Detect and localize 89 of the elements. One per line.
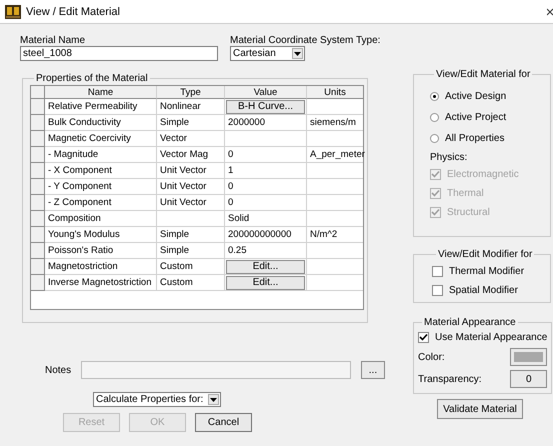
checkbox-label[interactable]: Use Material Appearance — [435, 332, 548, 342]
table-cell — [157, 211, 225, 227]
column-header[interactable]: Name — [45, 86, 157, 99]
table-cell: Simple — [157, 115, 225, 131]
table-cell: Vector — [157, 131, 225, 147]
table-cell: 0 — [225, 195, 307, 211]
field-label: Material Coordinate System Type: — [230, 35, 380, 46]
close-icon[interactable] — [547, 8, 553, 16]
row-header[interactable] — [31, 179, 45, 195]
table-cell: Vector Mag — [157, 147, 225, 163]
table-cell: 0 — [225, 147, 307, 163]
table-cell: 0.25 — [225, 243, 307, 259]
validate-button[interactable]: Validate Material — [437, 399, 523, 419]
calculate-properties-dropdown[interactable]: Calculate Properties for: — [93, 392, 221, 407]
row-header[interactable] — [31, 99, 45, 115]
dialog-button[interactable]: Cancel — [195, 413, 252, 432]
table-cell: Inverse Magnetostriction — [45, 275, 157, 291]
physics-label: Physics: — [430, 151, 468, 165]
material-name-field[interactable]: steel_1008 — [20, 46, 218, 61]
color-label: Color: — [418, 352, 445, 362]
table-cell: N/m^2 — [307, 227, 363, 243]
table-cell: Unit Vector — [157, 195, 225, 211]
browse-button[interactable]: ... — [360, 361, 385, 379]
group-title: View/Edit Material for — [435, 69, 532, 80]
row-header[interactable] — [31, 163, 45, 179]
table-cell: Custom — [157, 275, 225, 291]
checkbox-label[interactable]: Thermal Modifier — [449, 266, 524, 277]
table-cell: Poisson's Ratio — [45, 243, 157, 259]
option-label[interactable]: Active Design — [445, 91, 506, 102]
group-title: Material Appearance — [423, 317, 517, 328]
table-cell: siemens/m — [307, 115, 363, 131]
radio-button[interactable] — [430, 92, 439, 101]
app-icon — [5, 4, 21, 18]
row-header[interactable] — [31, 131, 45, 147]
row-header[interactable] — [31, 259, 45, 275]
color-button[interactable] — [510, 348, 548, 366]
checkbox[interactable] — [418, 332, 429, 342]
checkbox[interactable] — [432, 285, 443, 296]
radio-button[interactable] — [430, 134, 439, 143]
notes-label: Notes — [45, 364, 72, 376]
table-cell: - Z Component — [45, 195, 157, 211]
table-cell: Magnetic Coercivity — [45, 131, 157, 147]
checkbox-label[interactable]: Spatial Modifier — [449, 285, 518, 296]
table-cell: Solid — [225, 211, 307, 227]
table-cell: Bulk Conductivity — [45, 115, 157, 131]
column-header[interactable]: Units — [307, 86, 363, 99]
table-cell: - X Component — [45, 163, 157, 179]
coordinate-system-dropdown[interactable]: Cartesian — [230, 46, 305, 61]
option-label[interactable]: All Properties — [445, 133, 504, 144]
table-cell: Relative Permeability — [45, 99, 157, 115]
row-header[interactable] — [31, 211, 45, 227]
value-button[interactable]: B-H Curve... — [226, 100, 305, 114]
table-cell: Unit Vector — [157, 179, 225, 195]
column-header[interactable]: Value — [225, 86, 307, 99]
row-header[interactable] — [31, 243, 45, 259]
dropdown-arrow-icon — [294, 52, 301, 56]
transparency-button[interactable]: 0 — [510, 370, 548, 388]
table-cell: A_per_meter — [307, 147, 363, 163]
table-cell: Young's Modulus — [45, 227, 157, 243]
field-label: Material Name — [20, 35, 86, 46]
column-header[interactable]: Type — [157, 86, 225, 99]
table-cell: 1 — [225, 163, 307, 179]
table-cell: 0 — [225, 179, 307, 195]
row-header[interactable] — [31, 195, 45, 211]
row-header[interactable] — [31, 147, 45, 163]
table-cell: Magnetostriction — [45, 259, 157, 275]
group-title: View/Edit Modifier for — [437, 249, 534, 260]
table-cell: Custom — [157, 259, 225, 275]
group-title: Properties of the Material — [35, 73, 149, 84]
transparency-label: Transparency: — [418, 374, 482, 384]
value-button[interactable]: Edit... — [226, 260, 305, 274]
table-cell: - Magnitude — [45, 147, 157, 163]
table-cell: Simple — [157, 243, 225, 259]
dropdown-arrow-icon — [210, 398, 217, 402]
checkbox[interactable] — [432, 266, 443, 277]
value-button[interactable]: Edit... — [226, 276, 305, 290]
radio-button[interactable] — [430, 113, 439, 122]
option-label[interactable]: Active Project — [445, 112, 506, 123]
row-header[interactable] — [31, 115, 45, 131]
table-cell: Nonlinear — [157, 99, 225, 115]
table-cell: Simple — [157, 227, 225, 243]
window-title: View / Edit Material — [26, 6, 121, 18]
row-header[interactable] — [31, 275, 45, 291]
table-cell: 2000000 — [225, 115, 307, 131]
table-cell: Composition — [45, 211, 157, 227]
row-header[interactable] — [31, 227, 45, 243]
table-cell: 200000000000 — [225, 227, 307, 243]
table-cell: Unit Vector — [157, 163, 225, 179]
table-cell: - Y Component — [45, 179, 157, 195]
